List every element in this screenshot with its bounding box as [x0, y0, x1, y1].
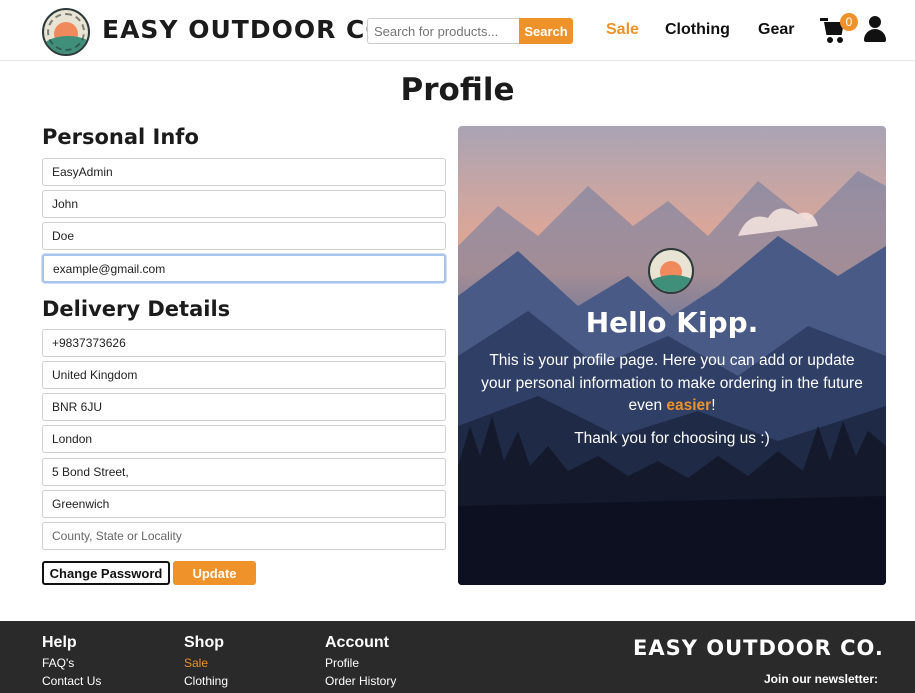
user-icon[interactable] [864, 16, 886, 43]
nav-gear[interactable]: Gear [758, 21, 794, 39]
email-field[interactable] [42, 254, 446, 283]
footer-link-orders[interactable]: Order History [325, 674, 396, 688]
footer-account-title: Account [325, 634, 389, 651]
nav-sale[interactable]: Sale [606, 21, 639, 39]
search-button[interactable]: Search [519, 18, 573, 44]
footer-link-faq[interactable]: FAQ's [42, 656, 74, 670]
footer-help-title: Help [42, 634, 77, 651]
first-name-field[interactable] [42, 190, 446, 218]
hero-logo-icon [648, 248, 694, 294]
footer-newsletter-label: Join our newsletter: [764, 672, 879, 686]
footer-link-clothing[interactable]: Clothing [184, 674, 228, 688]
country-field[interactable] [42, 361, 446, 389]
street-address-2-field[interactable] [42, 490, 446, 518]
postcode-field[interactable] [42, 393, 446, 421]
nav-clothing[interactable]: Clothing [665, 21, 730, 39]
hero-description: This is your profile page. Here you can … [481, 352, 863, 414]
county-field[interactable] [42, 522, 446, 550]
page-title: Profile [400, 72, 515, 108]
search-input[interactable] [367, 18, 519, 44]
footer-link-profile[interactable]: Profile [325, 656, 359, 670]
hero-accent-word: easier [666, 397, 712, 414]
footer-shop-title: Shop [184, 634, 224, 651]
site-footer: Help FAQ's Contact Us Shop Sale Clothing… [0, 621, 915, 693]
last-name-field[interactable] [42, 222, 446, 250]
hero-thanks: Thank you for choosing us :) [574, 430, 770, 447]
brand-name[interactable]: EASY OUTDOOR CO. [102, 15, 398, 44]
hero-greeting: Hello Kipp. [585, 306, 759, 339]
phone-field[interactable] [42, 329, 446, 357]
footer-brand: EASY OUTDOOR CO. [633, 636, 884, 660]
username-field[interactable] [42, 158, 446, 186]
update-button[interactable]: Update [173, 561, 256, 585]
street-address-1-field[interactable] [42, 458, 446, 486]
footer-link-contact[interactable]: Contact Us [42, 674, 101, 688]
cart-count-badge: 0 [840, 13, 858, 31]
change-password-button[interactable]: Change Password [42, 561, 170, 585]
delivery-details-title: Delivery Details [42, 297, 231, 321]
footer-link-sale[interactable]: Sale [184, 656, 208, 670]
town-field[interactable] [42, 425, 446, 453]
site-header: EASY OUTDOOR CO. Search Sale Clothing Ge… [0, 0, 915, 61]
profile-hero-panel: Hello Kipp. This is your profile page. H… [458, 126, 886, 585]
logo-icon[interactable] [42, 8, 90, 56]
personal-info-title: Personal Info [42, 125, 199, 149]
